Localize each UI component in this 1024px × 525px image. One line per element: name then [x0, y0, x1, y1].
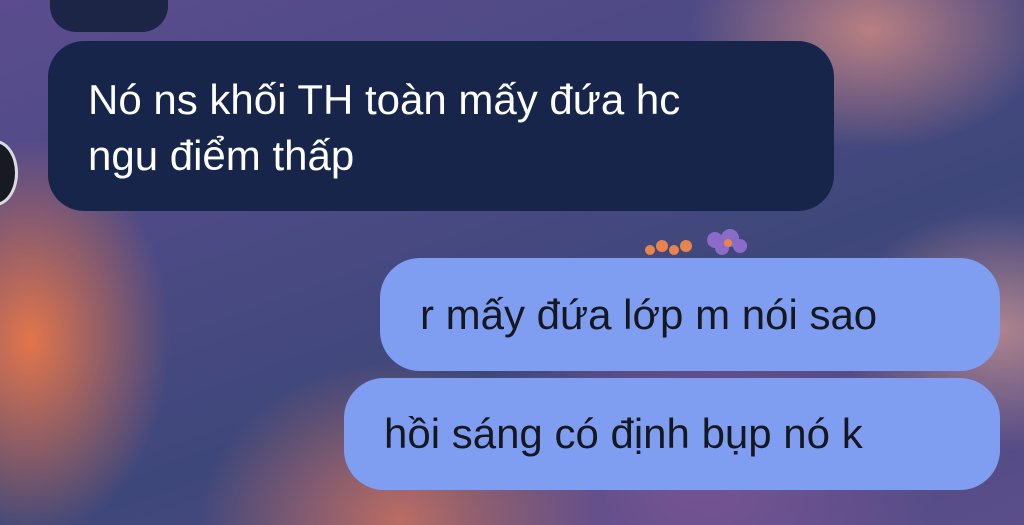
message-text-line: Nó ns khối TH toàn mấy đứa hc	[88, 76, 681, 123]
message-text: hồi sáng có định bụp nó k	[384, 410, 863, 457]
message-text: r mấy đứa lớp m nói sao	[420, 290, 878, 338]
flower-sticker-icon	[645, 229, 747, 255]
chat-thread: Nó ns khối TH toàn mấy đứa hc ngu điểm t…	[0, 0, 1024, 525]
avatar[interactable]	[0, 140, 18, 206]
message-bubble-received[interactable]: Nó ns khối TH toàn mấy đứa hc ngu điểm t…	[48, 41, 834, 211]
message-bubble-sent[interactable]: hồi sáng có định bụp nó k	[344, 378, 1000, 490]
message-bubble-sent[interactable]: r mấy đứa lớp m nói sao	[380, 258, 1000, 371]
message-text-line: ngu điểm thấp	[88, 132, 355, 179]
message-bubble-partial[interactable]	[50, 0, 168, 32]
